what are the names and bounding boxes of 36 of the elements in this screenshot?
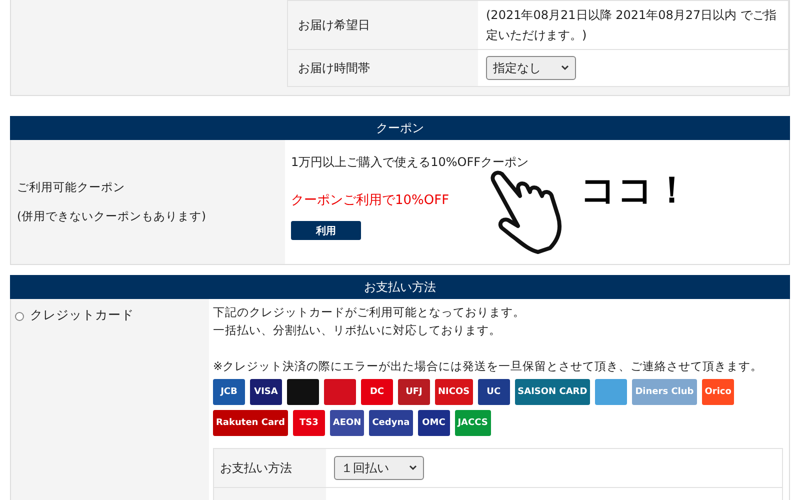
caret-icon xyxy=(561,65,569,71)
card-logo: JCB xyxy=(213,379,245,405)
card-logo: JACCS xyxy=(454,410,491,436)
section-header: クーポン xyxy=(10,116,790,140)
caret-icon xyxy=(409,465,417,471)
card-logo: VISA xyxy=(250,379,282,405)
field-label: ご利用可能クーポン xyxy=(17,180,126,195)
card-logo: TS3 xyxy=(292,410,325,436)
date-note: (2021年08月21日以降 2021年08月27日以内 でご指定いただけます。) xyxy=(486,7,778,44)
section-header: お支払い方法 xyxy=(10,275,790,299)
card-logo: Orico xyxy=(702,379,734,405)
notice-text: ※クレジット決済の際にエラーが出た場合には発送を一旦保留とさせて頂き、ご連絡させて頂きます。 xyxy=(213,358,764,375)
coupon-note: (併用できないクーポンもあります) xyxy=(17,209,207,224)
info-text: 一括払い、分割払い、リボ払いに対応しております。 xyxy=(213,322,502,339)
use-button[interactable]: 利用 xyxy=(291,221,361,240)
field-label: お支払い方法 xyxy=(220,460,292,477)
card-logo: Diners Club xyxy=(632,379,697,405)
card-logo: Cedyna xyxy=(369,410,413,436)
card-logo: DC xyxy=(361,379,393,405)
radio-button[interactable] xyxy=(15,312,24,321)
payment-method-label: クレジットカード xyxy=(30,307,134,324)
callout-text: ココ！ xyxy=(580,169,690,213)
card-logo: UFJ xyxy=(398,379,430,405)
card-logo: OMC xyxy=(418,410,450,436)
card-logo: UC xyxy=(478,379,510,405)
card-logo: AEON xyxy=(330,410,364,436)
dropdown[interactable]: １回払い xyxy=(334,456,424,480)
card-logo: NICOS xyxy=(435,379,473,405)
field-label: お届け希望日 xyxy=(298,16,370,34)
coupon-description: 1万円以上ご購入で使える10%OFFクーポン xyxy=(291,154,529,171)
card-logo: SAISON CARD xyxy=(514,379,590,405)
info-text: 下記のクレジットカードがご利用可能となっております。 xyxy=(213,304,526,321)
dropdown[interactable]: 指定なし xyxy=(486,56,576,80)
discount-text: クーポンご利用で10%OFF xyxy=(291,192,450,209)
card-logo: Rakuten Card xyxy=(213,410,288,436)
field-label: お届け時間帯 xyxy=(298,60,370,76)
